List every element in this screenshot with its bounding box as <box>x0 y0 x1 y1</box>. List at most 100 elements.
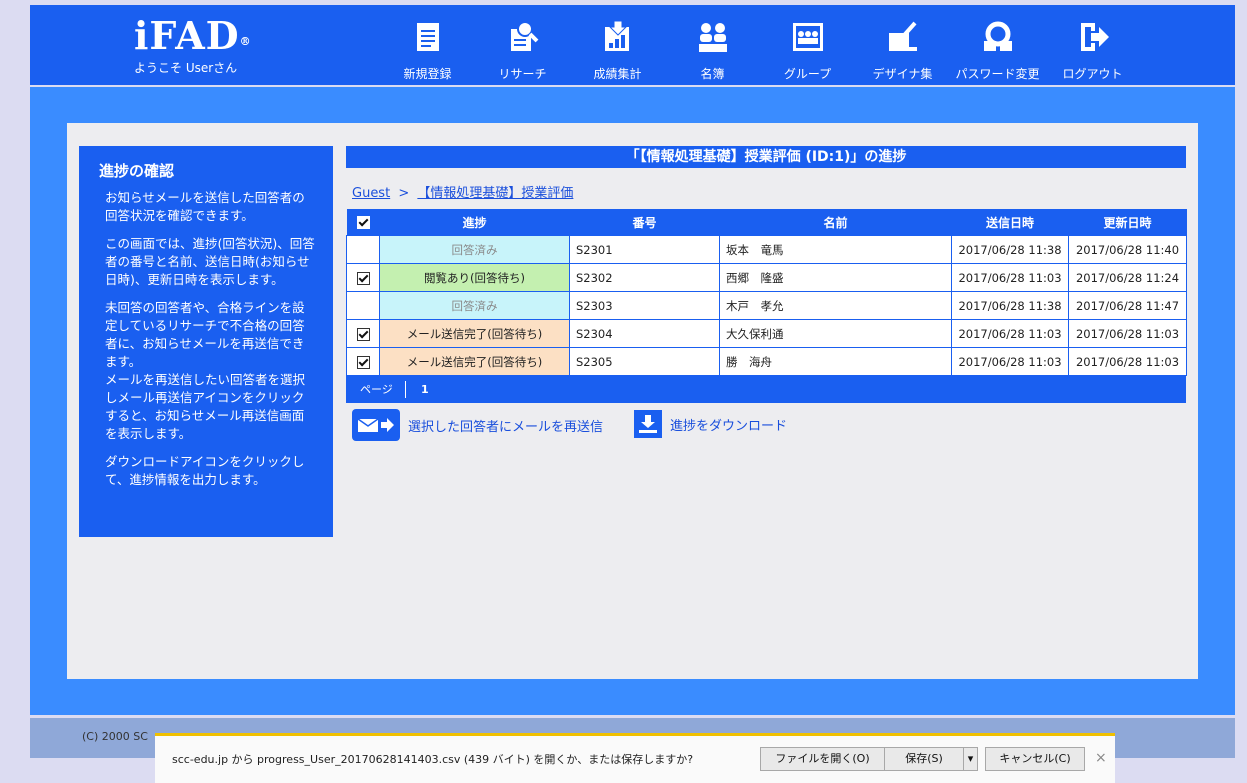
row-checkbox[interactable] <box>356 327 370 341</box>
table-row: メール送信完了(回答待ち) S2304 大久保利通 2017/06/28 11:… <box>346 319 1187 348</box>
page-number-link[interactable]: 1 <box>421 376 429 403</box>
roster-icon <box>695 19 731 59</box>
logout-icon <box>1075 19 1111 59</box>
group-icon <box>790 19 826 59</box>
download-notification-bar: scc-edu.jp から progress_User_201706281414… <box>155 733 1115 783</box>
status-cell: メール送信完了(回答待ち) <box>379 347 570 376</box>
help-panel: 進捗の確認 お知らせメールを送信した回答者の回答状況を確認できます。 この画面で… <box>79 146 333 537</box>
pagination: ページ 1 <box>346 376 1186 403</box>
name-cell: 勝 海舟 <box>719 347 952 376</box>
main-nav: 新規登録 リサーチ 成績集計 名簿 グループ デザイナ集 パスワード変更 ログア… <box>380 19 1140 83</box>
download-progress-button[interactable]: 進捗をダウンロード <box>634 410 787 438</box>
breadcrumb: Guest > 【情報処理基礎】授業評価 <box>352 182 573 201</box>
copyright-text: (C) 2000 SC <box>82 730 148 743</box>
updated-date-cell: 2017/06/28 11:24 <box>1068 263 1187 292</box>
select-all-checkbox[interactable] <box>356 216 370 229</box>
nav-designer[interactable]: デザイナ集 <box>855 19 950 83</box>
open-file-button[interactable]: ファイルを開く(O) <box>760 747 885 771</box>
pager-divider <box>405 381 406 398</box>
save-options-dropdown[interactable]: ▾ <box>963 747 978 771</box>
status-cell: メール送信完了(回答待ち) <box>379 319 570 348</box>
number-cell: S2305 <box>569 347 720 376</box>
nav-research[interactable]: リサーチ <box>475 19 570 83</box>
sent-date-cell: 2017/06/28 11:03 <box>951 319 1069 348</box>
nav-label: 名簿 <box>700 67 725 81</box>
page-label: ページ <box>360 383 393 396</box>
row-select-cell <box>346 291 380 320</box>
nav-label: 新規登録 <box>403 67 452 81</box>
nav-logout[interactable]: ログアウト <box>1045 19 1140 83</box>
resend-mail-button[interactable]: 選択した回答者にメールを再送信 <box>352 409 603 441</box>
document-icon <box>410 19 446 59</box>
help-paragraph: 未回答の回答者や、合格ラインを設定しているリサーチで不合格の回答者に、お知らせメ… <box>105 300 305 369</box>
nav-password-change[interactable]: パスワード変更 <box>950 19 1045 83</box>
number-cell: S2304 <box>569 319 720 348</box>
breadcrumb-current-link[interactable]: 【情報処理基礎】授業評価 <box>417 186 573 201</box>
nav-new-registration[interactable]: 新規登録 <box>380 19 475 83</box>
nav-label: パスワード変更 <box>955 67 1040 81</box>
designer-icon <box>885 19 921 59</box>
sent-date-cell: 2017/06/28 11:38 <box>951 235 1069 264</box>
nav-roster[interactable]: 名簿 <box>665 19 760 83</box>
help-paragraph: メールを再送信したい回答者を選択しメール再送信アイコンをクリックすると、お知らせ… <box>105 372 306 441</box>
cancel-button[interactable]: キャンセル(C) <box>985 747 1085 771</box>
status-cell: 回答済み <box>379 235 570 264</box>
close-icon[interactable]: × <box>1095 750 1107 766</box>
download-message: scc-edu.jp から progress_User_201706281414… <box>172 753 694 766</box>
nav-label: リサーチ <box>498 67 547 81</box>
column-header[interactable]: 送信日時 <box>951 209 1069 236</box>
status-cell: 閲覧あり(回答待ち) <box>379 263 570 292</box>
table-row: メール送信完了(回答待ち) S2305 勝 海舟 2017/06/28 11:0… <box>346 347 1187 376</box>
updated-date-cell: 2017/06/28 11:03 <box>1068 319 1187 348</box>
row-select-cell <box>346 347 380 376</box>
name-cell: 西郷 隆盛 <box>719 263 952 292</box>
updated-date-cell: 2017/06/28 11:03 <box>1068 347 1187 376</box>
help-paragraph: お知らせメールを送信した回答者の回答状況を確認できます。 <box>105 190 305 223</box>
nav-grade-tally[interactable]: 成績集計 <box>570 19 665 83</box>
column-header[interactable]: 番号 <box>569 209 720 236</box>
app-header: iFAD® ようこそ Userさん 新規登録 リサーチ 成績集計 名簿 グループ… <box>30 5 1235 85</box>
logo-text: iFAD <box>134 13 240 58</box>
page-title: 「【情報処理基礎】授業評価 (ID:1)」の進捗 <box>346 146 1186 168</box>
logo[interactable]: iFAD® ようこそ Userさん <box>134 15 274 76</box>
row-select-cell <box>346 263 380 292</box>
name-cell: 木戸 孝允 <box>719 291 952 320</box>
nav-group[interactable]: グループ <box>760 19 855 83</box>
table-row: 閲覧あり(回答待ち) S2302 西郷 隆盛 2017/06/28 11:03 … <box>346 263 1187 292</box>
sent-date-cell: 2017/06/28 11:38 <box>951 291 1069 320</box>
download-progress-label: 進捗をダウンロード <box>670 418 788 434</box>
row-checkbox[interactable] <box>356 271 370 285</box>
breadcrumb-home-link[interactable]: Guest <box>352 186 390 201</box>
progress-table: 進捗 番号 名前 送信日時 更新日時 回答済み S2301 坂本 竜馬 2017… <box>346 209 1187 376</box>
number-cell: S2301 <box>569 235 720 264</box>
column-header[interactable]: 更新日時 <box>1068 209 1187 236</box>
number-cell: S2302 <box>569 263 720 292</box>
select-all-cell <box>346 209 380 236</box>
row-select-cell <box>346 235 380 264</box>
number-cell: S2303 <box>569 291 720 320</box>
registered-mark: ® <box>239 35 252 48</box>
research-icon <box>505 19 541 59</box>
help-title: 進捗の確認 <box>99 162 175 180</box>
row-select-cell <box>346 319 380 348</box>
updated-date-cell: 2017/06/28 11:47 <box>1068 291 1187 320</box>
sent-date-cell: 2017/06/28 11:03 <box>951 347 1069 376</box>
grade-tally-icon <box>600 19 636 59</box>
name-cell: 坂本 竜馬 <box>719 235 952 264</box>
table-header-row: 進捗 番号 名前 送信日時 更新日時 <box>346 209 1187 236</box>
download-icon <box>634 410 662 438</box>
resend-mail-label: 選択した回答者にメールを再送信 <box>408 419 604 435</box>
column-header[interactable]: 名前 <box>719 209 952 236</box>
nav-label: デザイナ集 <box>872 67 933 81</box>
column-header[interactable]: 進捗 <box>379 209 570 236</box>
nav-label: ログアウト <box>1062 67 1123 81</box>
password-icon <box>980 19 1016 59</box>
status-cell: 回答済み <box>379 291 570 320</box>
mail-resend-icon <box>352 409 400 441</box>
sent-date-cell: 2017/06/28 11:03 <box>951 263 1069 292</box>
updated-date-cell: 2017/06/28 11:40 <box>1068 235 1187 264</box>
save-button[interactable]: 保存(S) <box>884 747 964 771</box>
help-paragraph: ダウンロードアイコンをクリックして、進捗情報を出力します。 <box>105 454 305 487</box>
row-checkbox[interactable] <box>356 355 370 369</box>
nav-label: グループ <box>783 67 832 81</box>
